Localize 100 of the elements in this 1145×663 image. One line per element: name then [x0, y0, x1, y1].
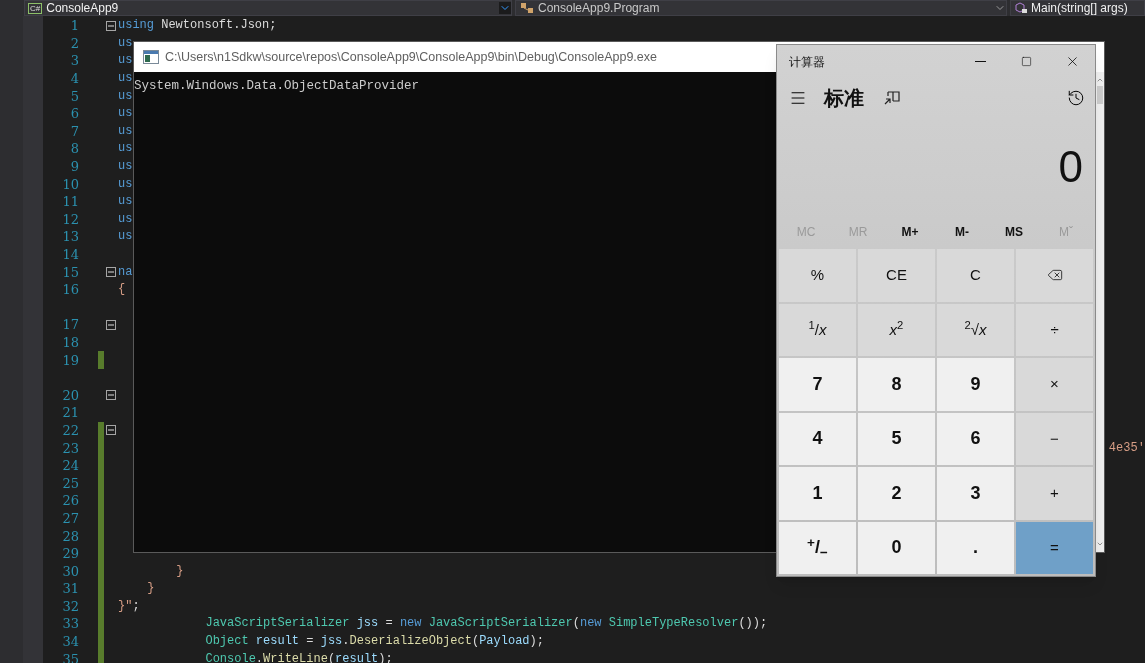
code-line: us	[118, 210, 133, 228]
line-number: 14	[61, 246, 79, 263]
code-line: us	[118, 87, 133, 105]
menu-icon[interactable]	[789, 89, 807, 107]
project-dropdown[interactable]: C# ConsoleApp9	[24, 0, 512, 16]
code-line: }";	[118, 597, 140, 615]
line-number: 19	[61, 351, 79, 369]
collapse-icon[interactable]	[106, 267, 116, 278]
calculator-key[interactable]: 4	[779, 412, 856, 465]
code-line: us	[118, 228, 133, 246]
class-icon	[520, 2, 534, 14]
console-icon	[143, 50, 159, 64]
line-number: 3	[69, 52, 79, 70]
calculator-key[interactable]: CE	[858, 249, 935, 302]
mode-title: 标准	[824, 86, 864, 111]
memory-button[interactable]: M-	[936, 223, 988, 241]
console-scrollbar[interactable]	[1096, 72, 1104, 552]
line-number: 29	[61, 545, 79, 563]
calculator-key[interactable]: −	[1016, 412, 1093, 465]
calculator-key[interactable]: 3	[937, 467, 1014, 520]
line-number: 2	[69, 34, 79, 52]
calculator-key[interactable]: ×	[1016, 358, 1093, 411]
class-name: ConsoleApp9.Program	[538, 1, 660, 15]
line-number: 27	[61, 509, 79, 527]
calculator-key[interactable]: C	[937, 249, 1014, 302]
calculator-key[interactable]: ÷	[1016, 303, 1093, 356]
code-line: na	[118, 263, 133, 281]
project-name: ConsoleApp9	[46, 1, 119, 15]
line-number: 13	[61, 228, 79, 246]
class-dropdown[interactable]: ConsoleApp9.Program	[515, 0, 1007, 16]
line-number: 28	[61, 527, 79, 545]
line-number: 23	[61, 439, 79, 457]
calculator-key[interactable]: 2	[858, 467, 935, 520]
calculator-key[interactable]: +	[1016, 467, 1093, 520]
collapse-icon[interactable]	[106, 319, 116, 330]
line-number: 12	[61, 210, 79, 228]
calculator-display: 0	[1058, 144, 1083, 189]
calculator-key[interactable]: 9	[937, 358, 1014, 411]
scroll-up-icon[interactable]	[1096, 76, 1104, 84]
code-line: Object result = jss.DeserializeObject(Payload);	[205, 633, 544, 651]
line-number: 32	[61, 597, 79, 615]
line-number: 35	[61, 650, 79, 663]
line-number: 30	[61, 562, 79, 580]
line-number: 1	[69, 17, 79, 35]
code-line: using Newtonsoft.Json;	[118, 17, 277, 35]
calculator-key[interactable]: $^{1}$/x	[779, 303, 856, 356]
line-number: 25	[61, 474, 79, 492]
line-number: 15	[61, 263, 79, 281]
collapse-icon[interactable]	[106, 20, 116, 31]
line-number: 5	[69, 87, 79, 105]
code-line: us	[118, 122, 133, 140]
scroll-down-icon[interactable]	[1096, 540, 1104, 548]
member-dropdown[interactable]: Main(string[] args)	[1010, 0, 1145, 16]
code-line: us	[118, 140, 133, 158]
calculator-key[interactable]: 6	[937, 412, 1014, 465]
line-number: 17	[61, 316, 79, 334]
code-line: }	[176, 562, 184, 580]
calculator-title: 计算器	[789, 53, 825, 71]
line-number: 10	[61, 175, 79, 193]
calculator-key[interactable]: =	[1016, 521, 1093, 574]
calculator-key[interactable]: .	[937, 521, 1014, 574]
calculator-key[interactable]: 1	[779, 467, 856, 520]
line-number: 26	[61, 492, 79, 510]
code-line: us	[118, 70, 133, 88]
collapse-icon[interactable]	[106, 425, 116, 436]
line-number: 18	[61, 334, 79, 351]
code-line: {	[118, 281, 126, 299]
keep-on-top-icon[interactable]	[884, 91, 900, 105]
line-number: 20	[61, 386, 79, 404]
csharp-icon: C#	[28, 2, 43, 14]
line-number: 21	[61, 404, 79, 422]
maximize-icon	[1020, 56, 1032, 67]
code-line: us	[118, 52, 133, 70]
code-line: 4e35'	[1108, 439, 1145, 457]
calculator-key[interactable]: $^{2}$√x	[937, 303, 1014, 356]
calculator-key[interactable]: $^{+}$/$_{−}$	[779, 521, 856, 574]
line-number: 24	[61, 457, 79, 475]
code-line: }	[147, 580, 155, 598]
memory-button[interactable]: MS	[988, 223, 1040, 241]
calculator-key[interactable]: x$^{2}$	[858, 303, 935, 356]
calculator-key[interactable]: 5	[858, 412, 935, 465]
memory-button[interactable]: M+	[884, 223, 936, 241]
history-icon[interactable]	[1067, 89, 1085, 107]
dropdown-icon	[499, 2, 511, 14]
method-icon	[1014, 2, 1028, 14]
line-number: 31	[61, 580, 79, 598]
code-line: us	[118, 175, 133, 193]
line-number: 9	[69, 158, 79, 176]
calculator-key[interactable]: 8	[858, 358, 935, 411]
line-number: 11	[61, 193, 79, 211]
code-line: JavaScriptSerializer jss = new JavaScriptSerializer(new SimpleTypeResolver());	[205, 615, 768, 633]
line-number: 22	[61, 421, 79, 439]
collapse-icon[interactable]	[106, 390, 116, 401]
calculator-key[interactable]: %	[779, 249, 856, 302]
scroll-thumb[interactable]	[1097, 86, 1103, 104]
code-line: us	[118, 193, 133, 211]
member-name: Main(string[] args)	[1031, 1, 1128, 15]
line-number: 6	[69, 105, 79, 123]
calculator-key[interactable]: 0	[858, 521, 935, 574]
calculator-key[interactable]: 7	[779, 358, 856, 411]
